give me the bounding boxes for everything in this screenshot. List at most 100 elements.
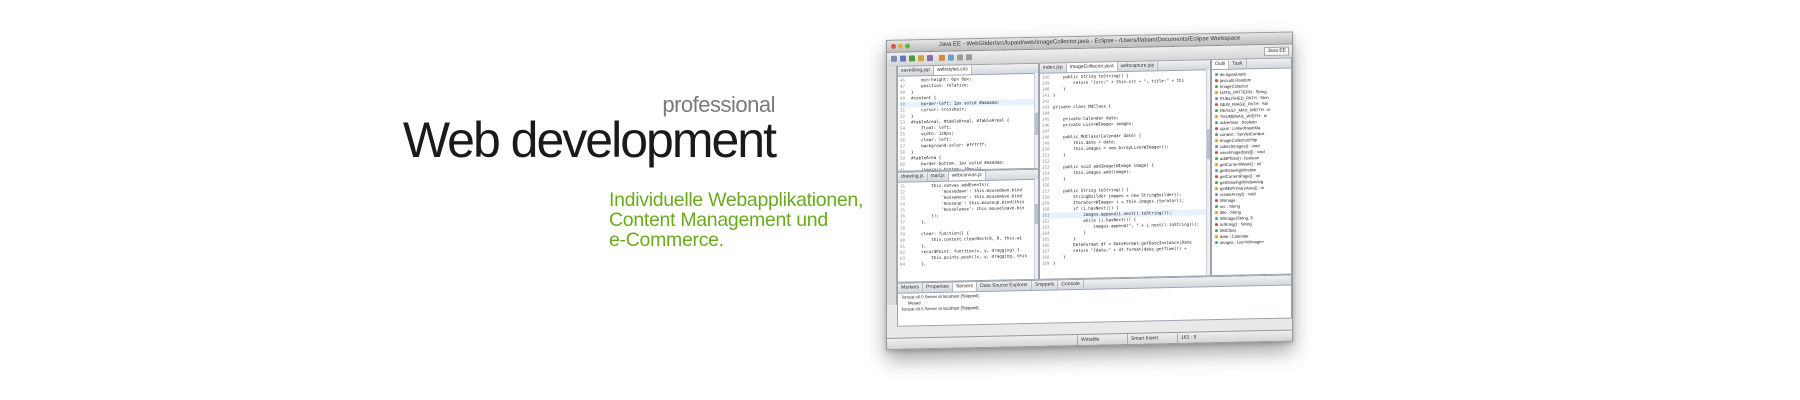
outline-item-label: context : ServletContext — [1220, 131, 1265, 138]
code-text: private class MdClass { — [1053, 103, 1111, 110]
member-icon — [1215, 133, 1218, 137]
tab-drawing-js[interactable]: drawing.js — [898, 172, 928, 182]
code-text: } — [1053, 260, 1056, 266]
tab-console[interactable]: Console — [1058, 279, 1084, 290]
member-icon — [1215, 139, 1218, 143]
member-icon — [1215, 151, 1218, 155]
package-icon[interactable] — [939, 54, 945, 61]
code-text: clear: left; — [911, 136, 952, 143]
code-text: this.context.clearRect(0, 0, this.wi — [911, 235, 1022, 243]
close-window-icon[interactable] — [891, 43, 896, 49]
ide-side-trim — [887, 65, 897, 305]
debug-icon[interactable] — [918, 55, 924, 62]
outline-item-label: WImage(String, S — [1220, 215, 1254, 222]
forward-icon[interactable] — [966, 54, 972, 61]
member-icon — [1215, 79, 1218, 83]
member-icon — [1215, 145, 1218, 149]
ide-workbench: savetiting.jsp webstyles.css 46 min-heigh… — [887, 57, 1292, 349]
member-icon — [1215, 103, 1218, 107]
code-text: } — [911, 89, 914, 95]
member-icon — [1215, 121, 1218, 125]
outline-tree[interactable]: de.lupaid.web java.util.Random ImageCollec… — [1212, 69, 1291, 247]
back-icon[interactable] — [957, 54, 963, 61]
outline-item-label: java.util.Random — [1220, 77, 1252, 84]
outline-item-label: cpus : LinkedHashMa — [1220, 125, 1261, 132]
outline-item-label: getCurrentPage() : int — [1220, 173, 1261, 180]
search-icon[interactable] — [948, 54, 954, 61]
code-text: border-left: 1px solid #aaaaaa; — [911, 99, 1000, 107]
code-text: #content { — [911, 94, 937, 101]
outline-item-label: getDrawingWindowAvg — [1220, 179, 1264, 186]
code-text: this.images.add(image); — [1053, 168, 1132, 176]
outline-item-label: images : List<WImage> — [1220, 239, 1264, 246]
member-icon — [1215, 193, 1218, 197]
tab-data-source-explorer[interactable]: Data Source Explorer — [977, 280, 1032, 292]
zoom-window-icon[interactable] — [905, 43, 910, 49]
tab-savetiting-jsp[interactable]: savetiting.jsp — [898, 65, 934, 76]
headline: professional Web development — [402, 92, 777, 168]
code-text: } — [1053, 92, 1056, 98]
server-icon[interactable] — [927, 55, 933, 62]
js-scrollbar[interactable] — [1034, 178, 1038, 279]
member-icon — [1215, 73, 1218, 77]
save-icon[interactable] — [900, 55, 906, 62]
tab-markers[interactable]: Markers — [898, 283, 924, 293]
css-scrollbar[interactable] — [1034, 72, 1038, 168]
outline-item-label: toString() : String — [1220, 221, 1252, 228]
code-text: } — [911, 149, 914, 155]
member-icon — [1215, 85, 1218, 89]
tab-webstyles-css[interactable]: webstyles.css — [933, 65, 972, 75]
tab-imagecollector-java[interactable]: ImageCollector.java — [1066, 62, 1118, 73]
perspective-button[interactable]: Java EE — [1264, 46, 1289, 57]
code-text: #tableArea { — [911, 154, 942, 161]
service-line: Individuelle Webapplikationen, — [609, 189, 864, 211]
outline-item[interactable]: images : List<WImage> — [1212, 239, 1291, 247]
tab-index-jsp[interactable]: index.jsp — [1040, 63, 1067, 73]
ide-screenshot: Java EE - WebGlider/src/lupaid/web/Image… — [886, 31, 1293, 350]
member-icon — [1215, 109, 1218, 113]
code-text: } — [1053, 254, 1066, 260]
code-text: } — [1053, 86, 1066, 92]
code-text: } — [1053, 229, 1086, 236]
outline-item-label: src : String — [1220, 203, 1241, 210]
java-scrollbar[interactable] — [1206, 69, 1210, 276]
member-icon — [1215, 229, 1218, 233]
code-text: }); — [911, 212, 939, 219]
java-code[interactable]: 138 public String toString() {139 return… — [1040, 70, 1210, 268]
tab-webcanvas-js[interactable]: webcanvas.js — [948, 170, 986, 181]
tab-properties[interactable]: Properties — [923, 282, 953, 293]
code-text: width: 120px; — [911, 130, 954, 137]
outline-item-label: WImage — [1220, 197, 1236, 204]
tab-snippets[interactable]: Snippets — [1031, 280, 1059, 290]
css-code[interactable]: 46 min-height: 6px 8px; 47 position: rela… — [898, 74, 1038, 172]
code-text: public MdClass(Calendar date) { — [1053, 132, 1142, 140]
run-icon[interactable] — [909, 55, 915, 62]
member-icon — [1215, 91, 1218, 95]
outline-item-label: de.lupaid.web — [1220, 71, 1246, 78]
outline-item-label: PUBLISHED_PATH : Strin — [1220, 94, 1269, 102]
tab-webcapture-jsp[interactable]: webcapture.jsp — [1117, 61, 1159, 72]
member-icon — [1215, 217, 1218, 221]
css-editor: savetiting.jsp webstyles.css 46 min-heigh… — [897, 62, 1039, 172]
outline-item-label: collectImages() : void — [1220, 143, 1260, 150]
new-icon[interactable] — [891, 55, 897, 62]
tab-mail-js[interactable]: mail.js — [927, 171, 949, 182]
code-text: this.points.push([x, y, dragging, this — [911, 253, 1027, 261]
tab-tasks[interactable]: Task — [1229, 59, 1247, 69]
minimize-window-icon[interactable] — [898, 43, 903, 49]
outline-item-label: saveImage(byte[]) : void — [1220, 149, 1265, 156]
code-text: float: left; — [911, 124, 952, 131]
outline-item-label: NEW_IMAGE_PATH : Stri — [1220, 100, 1269, 108]
outline-view: Outli Task de.lupaid.web java.util.Random I… — [1211, 57, 1292, 277]
code-text: } — [1053, 152, 1066, 158]
tab-servers[interactable]: Servers — [952, 282, 978, 292]
js-code[interactable]: 71 this.canvas.addEvents({72 'mousedown'… — [898, 180, 1038, 269]
headline-large: Web development — [402, 112, 777, 168]
status-writable: Writable — [1077, 334, 1103, 345]
outline-item-label: addPhoto() : boolean — [1220, 155, 1260, 162]
outline-item-label: THUMBNAIL_WIDTH : in — [1220, 113, 1267, 120]
tab-outline[interactable]: Outli — [1212, 59, 1230, 70]
code-text: }, — [911, 219, 927, 225]
code-text: } — [911, 113, 914, 119]
code-text: #tableAreal, #tableAreal, #tableAreal { — [911, 117, 1010, 125]
